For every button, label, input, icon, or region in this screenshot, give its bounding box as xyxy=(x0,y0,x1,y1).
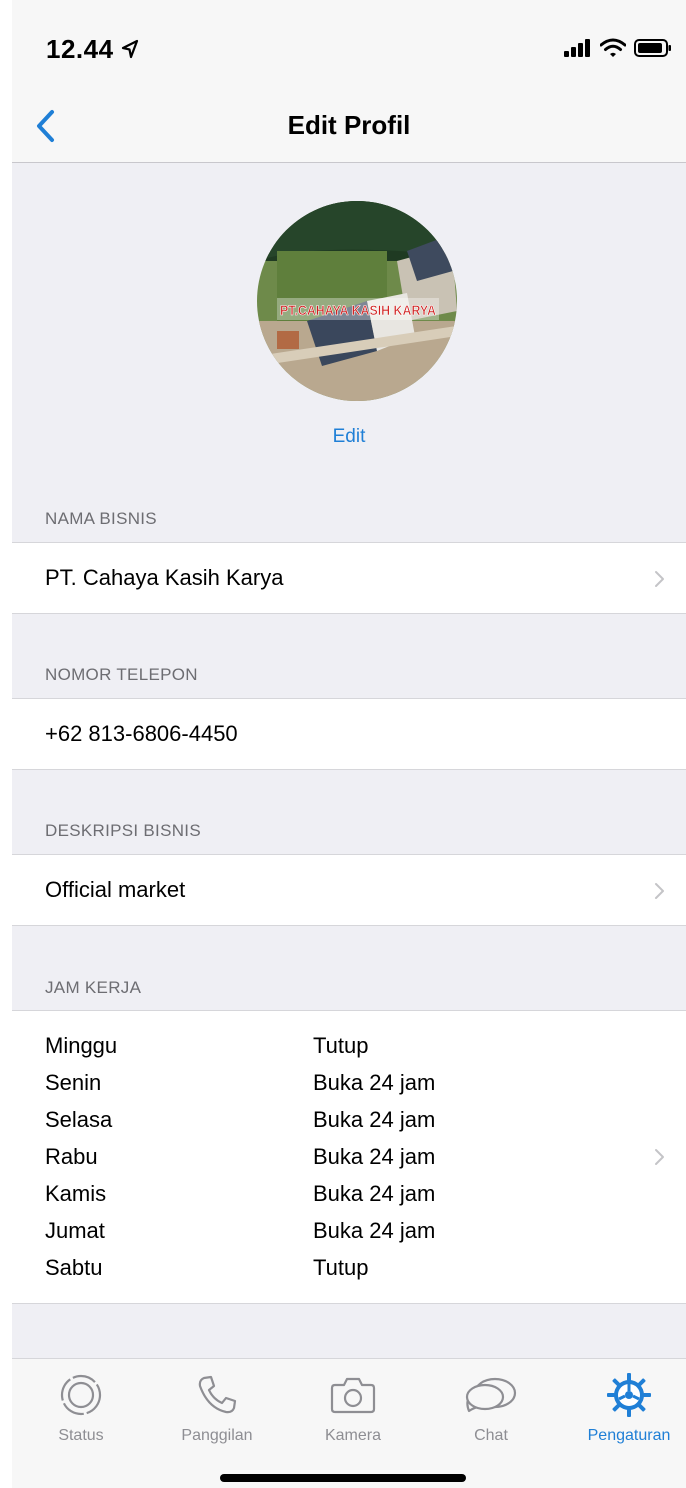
status-bar: 12.44 xyxy=(12,0,686,90)
tab-chats[interactable]: Chat xyxy=(436,1369,546,1445)
tab-calls[interactable]: Panggilan xyxy=(162,1369,272,1445)
settings-icon xyxy=(607,1373,651,1417)
phone-row: +62 813-6806-4450 xyxy=(12,698,686,770)
hours-item: Sabtu Tutup xyxy=(45,1255,605,1292)
business-name-label: NAMA BISNIS xyxy=(45,509,157,528)
signal-icon xyxy=(564,39,590,57)
hours-item: Minggu Tutup xyxy=(45,1033,605,1070)
chevron-right-icon xyxy=(655,571,664,587)
description-label: DESKRIPSI BISNIS xyxy=(45,821,201,840)
tab-label: Kamera xyxy=(324,1427,382,1444)
status-icons xyxy=(564,38,672,58)
hours-item: Rabu Buka 24 jam xyxy=(45,1144,605,1181)
tab-label: Panggilan xyxy=(181,1427,253,1444)
tab-bar: Status Panggilan Kamera Chat Pengaturan xyxy=(12,1358,686,1488)
tab-label: Status xyxy=(58,1427,104,1444)
hours-time: Buka 24 jam xyxy=(313,1070,436,1095)
phone-screen: 12.44 Edit Profil PT.CAHAYA KASIH KARYA … xyxy=(12,0,686,1488)
hours-time: Buka 24 jam xyxy=(313,1218,436,1243)
home-indicator xyxy=(220,1474,466,1482)
phone-label: NOMOR TELEPON xyxy=(45,665,198,684)
description-row[interactable]: Official market xyxy=(12,854,686,926)
chat-icon xyxy=(465,1377,517,1413)
tab-label: Chat xyxy=(474,1427,508,1444)
description-value: Official market xyxy=(45,877,186,902)
edit-photo-link[interactable]: Edit xyxy=(12,426,686,448)
phone-icon xyxy=(198,1375,237,1414)
phone-value: +62 813-6806-4450 xyxy=(45,721,238,746)
hours-item: Jumat Buka 24 jam xyxy=(45,1218,605,1255)
hours-day: Minggu xyxy=(45,1033,118,1058)
battery-icon xyxy=(634,39,671,57)
business-name-row[interactable]: PT. Cahaya Kasih Karya xyxy=(12,542,686,614)
hours-time: Buka 24 jam xyxy=(313,1107,436,1132)
chevron-right-icon xyxy=(655,883,664,899)
hours-time: Tutup xyxy=(313,1033,369,1058)
tab-label: Pengaturan xyxy=(587,1427,671,1444)
hours-day: Rabu xyxy=(45,1144,98,1169)
hours-item: Selasa Buka 24 jam xyxy=(45,1107,605,1144)
location-arrow-icon xyxy=(122,39,139,59)
camera-icon xyxy=(330,1377,376,1414)
hours-time: Tutup xyxy=(313,1255,369,1280)
hours-item: Senin Buka 24 jam xyxy=(45,1070,605,1107)
photo-caption: PT.CAHAYA KASIH KARYA xyxy=(280,302,436,318)
hours-day: Jumat xyxy=(45,1218,105,1243)
tab-status[interactable]: Status xyxy=(26,1369,136,1445)
page-title: Edit Profil xyxy=(287,110,411,140)
profile-content: PT.CAHAYA KASIH KARYA Edit NAMA BISNIS P… xyxy=(12,163,686,1358)
hours-time: Buka 24 jam xyxy=(313,1181,436,1206)
wifi-icon xyxy=(600,38,626,57)
status-time: 12.44 xyxy=(46,34,139,65)
profile-photo[interactable]: PT.CAHAYA KASIH KARYA xyxy=(257,201,457,401)
navigation-bar: Edit Profil xyxy=(12,90,686,163)
hours-day: Senin xyxy=(45,1070,102,1095)
hours-item: Kamis Buka 24 jam xyxy=(45,1181,605,1218)
status-icon xyxy=(60,1374,102,1416)
hours-day: Selasa xyxy=(45,1107,113,1132)
hours-label: JAM KERJA xyxy=(45,978,142,997)
hours-time: Buka 24 jam xyxy=(313,1144,436,1169)
tab-camera[interactable]: Kamera xyxy=(298,1369,408,1445)
hours-row[interactable]: Minggu Tutup Senin Buka 24 jam Selasa Bu… xyxy=(12,1010,686,1304)
chevron-right-icon xyxy=(655,1149,664,1165)
hours-day: Kamis xyxy=(45,1181,107,1206)
tab-settings[interactable]: Pengaturan xyxy=(574,1369,684,1445)
hours-day: Sabtu xyxy=(45,1255,103,1280)
business-name-value: PT. Cahaya Kasih Karya xyxy=(45,565,284,590)
